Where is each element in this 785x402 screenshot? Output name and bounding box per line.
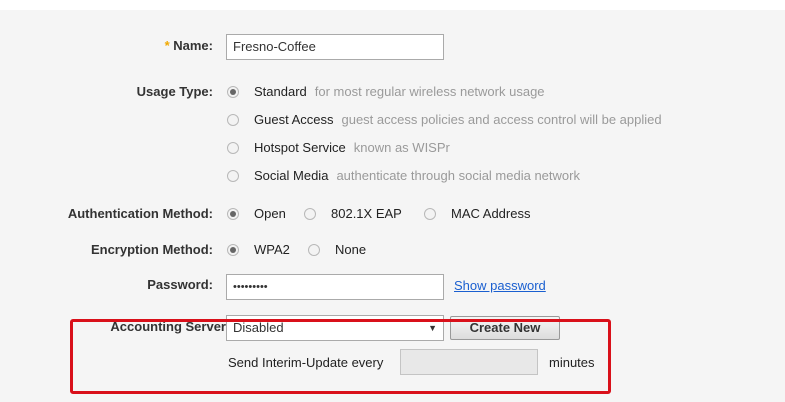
auth-eap-radio[interactable] (304, 208, 316, 220)
usage-guest-label: Guest Access (254, 112, 334, 127)
enc-wpa2-label: WPA2 (254, 242, 290, 257)
enc-none-label: None (335, 242, 367, 257)
password-input[interactable]: ••••••••• (226, 274, 444, 300)
usage-standard-radio[interactable] (227, 86, 239, 98)
usage-standard-desc: for most regular wireless network usage (314, 84, 545, 99)
encryption-method-label: Encryption Method: (90, 242, 213, 257)
usage-social-option: Social Media authenticate through social … (254, 168, 580, 183)
usage-type-label: Usage Type: (136, 84, 213, 99)
wlan-form-panel: * Name: Fresno-Coffee Usage Type: Standa… (0, 10, 785, 402)
auth-open-radio[interactable] (227, 208, 239, 220)
usage-hotspot-radio[interactable] (227, 142, 239, 154)
name-label-text: Name: (173, 38, 213, 53)
usage-social-label: Social Media (254, 168, 329, 183)
usage-hotspot-label: Hotspot Service (254, 140, 346, 155)
usage-guest-option: Guest Access guest access policies and ac… (254, 112, 662, 127)
usage-hotspot-option: Hotspot Service known as WISPr (254, 140, 450, 155)
enc-wpa2-radio[interactable] (227, 244, 239, 256)
usage-social-desc: authenticate through social media networ… (336, 168, 580, 183)
usage-guest-radio[interactable] (227, 114, 239, 126)
usage-guest-desc: guest access policies and access control… (341, 112, 662, 127)
usage-hotspot-desc: known as WISPr (353, 140, 450, 155)
auth-mac-radio[interactable] (424, 208, 436, 220)
password-label: Password: (147, 277, 213, 292)
usage-social-radio[interactable] (227, 170, 239, 182)
auth-eap-label: 802.1X EAP (331, 206, 402, 221)
show-password-link[interactable]: Show password (454, 278, 546, 293)
auth-open-label: Open (254, 206, 286, 221)
usage-standard-option: Standard for most regular wireless networ… (254, 84, 545, 99)
name-input[interactable]: Fresno-Coffee (226, 34, 444, 60)
name-label: * Name: (165, 38, 213, 53)
accounting-highlight-box (70, 319, 611, 394)
required-mark: * (164, 38, 170, 53)
enc-none-radio[interactable] (308, 244, 320, 256)
auth-method-label: Authentication Method: (67, 206, 213, 221)
auth-mac-label: MAC Address (451, 206, 531, 221)
usage-standard-label: Standard (254, 84, 307, 99)
